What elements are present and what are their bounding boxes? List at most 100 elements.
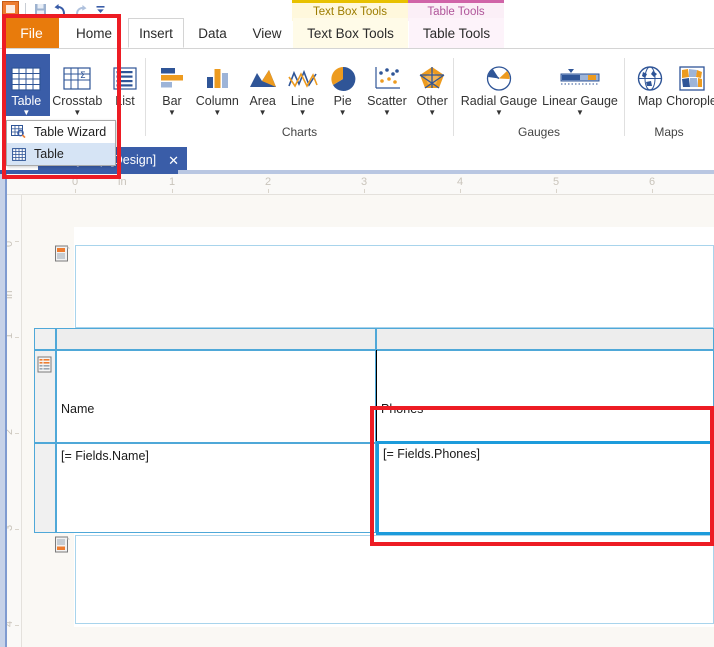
tab-table-tools[interactable]: Table Tools — [409, 18, 504, 48]
table-column-handle-1[interactable] — [56, 328, 376, 350]
undo-icon[interactable] — [52, 1, 69, 17]
tab-data[interactable]: Data — [186, 18, 239, 48]
table-corner-gutter[interactable] — [34, 328, 56, 350]
table-header-cell-phones-text: Phones — [381, 402, 424, 416]
tab-text-box-tools[interactable]: Text Box Tools — [293, 18, 408, 48]
table-detail-cell-phones[interactable]: [= Fields.Phones] — [376, 441, 714, 535]
svg-text:Σ: Σ — [80, 71, 86, 81]
other-chart-label: Other — [416, 94, 448, 108]
redo-icon[interactable] — [72, 1, 89, 17]
bar-chart-button[interactable]: Bar ▼ — [152, 54, 192, 117]
radial-gauge-icon — [485, 56, 513, 92]
crosstab-button[interactable]: Σ Crosstab ▼ — [50, 54, 105, 117]
scatter-chart-button[interactable]: Scatter ▼ — [363, 54, 412, 117]
linear-gauge-button[interactable]: Linear Gauge ▼ — [539, 54, 621, 117]
radial-gauge-label: Radial Gauge — [460, 94, 538, 108]
horizontal-ruler[interactable]: 0 in 1 2 3 4 5 6 — [0, 174, 714, 195]
table-header-cell-name[interactable]: Name — [56, 350, 376, 443]
page-footer-icon[interactable] — [54, 536, 71, 553]
table-detail-cell-name-text: [= Fields.Name] — [61, 449, 149, 463]
globe-icon — [636, 56, 664, 92]
page-header-icon[interactable] — [54, 245, 71, 262]
pie-chart-icon — [329, 56, 357, 92]
table-grid-icon — [10, 146, 27, 162]
area-chart-button[interactable]: Area ▼ — [243, 54, 283, 117]
choropleth-button[interactable]: Chorople — [666, 54, 714, 108]
close-icon[interactable]: ✕ — [168, 154, 179, 167]
choropleth-label: Chorople — [666, 94, 714, 108]
bar-chart-icon — [157, 56, 187, 92]
table-band-icon[interactable] — [36, 356, 53, 373]
menu-item-label: Table — [34, 147, 64, 161]
table-header-cell-phones[interactable]: Phones — [376, 350, 714, 443]
hruler-mark: 1 — [169, 176, 176, 188]
table-row-handle-detail[interactable] — [34, 443, 56, 533]
group-label-gauges: Gauges — [517, 125, 561, 140]
tab-file[interactable]: File — [4, 18, 59, 48]
chevron-down-icon[interactable]: ▼ — [428, 109, 436, 117]
group-label-maps: Maps — [654, 125, 684, 140]
menu-item-table[interactable]: Table — [7, 143, 115, 165]
hruler-mark: in — [118, 176, 127, 188]
chevron-down-icon[interactable]: ▼ — [339, 109, 347, 117]
line-chart-label: Line — [290, 94, 315, 108]
table-button[interactable]: Table ▼ — [3, 54, 50, 117]
pie-chart-label: Pie — [333, 94, 352, 108]
page-footer-band-box[interactable] — [75, 535, 714, 624]
table-column-divider[interactable] — [376, 350, 377, 443]
chevron-down-icon[interactable]: ▼ — [168, 109, 176, 117]
pie-chart-button[interactable]: Pie ▼ — [323, 54, 363, 117]
tab-home[interactable]: Home — [63, 18, 125, 48]
save-icon[interactable] — [32, 1, 49, 17]
table-button-label: Table — [11, 94, 42, 108]
list-button[interactable]: List — [105, 54, 145, 108]
chevron-down-icon[interactable] — [92, 1, 109, 17]
ribbon-tab-strip: Text Box Tools Table Tools File Home Ins… — [0, 0, 714, 48]
chevron-down-icon[interactable]: ▼ — [576, 109, 584, 117]
group-label-charts: Charts — [281, 125, 318, 140]
list-icon — [112, 56, 138, 92]
map-label: Map — [637, 94, 663, 108]
chevron-down-icon[interactable]: ▼ — [22, 109, 30, 117]
tab-insert[interactable]: Insert — [128, 18, 184, 48]
table-wizard-icon — [10, 124, 27, 140]
page-header-band-box[interactable] — [75, 245, 714, 328]
line-chart-icon — [287, 56, 319, 92]
chevron-down-icon[interactable]: ▼ — [73, 109, 81, 117]
table-dropdown-menu: Table Wizard Table — [6, 120, 116, 166]
other-chart-button[interactable]: Other ▼ — [411, 54, 453, 117]
column-chart-button[interactable]: Column ▼ — [192, 54, 243, 117]
choropleth-icon — [678, 56, 706, 92]
line-chart-button[interactable]: Line ▼ — [283, 54, 323, 117]
radar-chart-icon — [417, 56, 447, 92]
table-detail-cell-name[interactable]: [= Fields.Name] — [56, 443, 376, 533]
chevron-down-icon[interactable]: ▼ — [299, 109, 307, 117]
chevron-down-icon[interactable]: ▼ — [495, 109, 503, 117]
bar-chart-label: Bar — [162, 94, 182, 108]
chevron-down-icon[interactable]: ▼ — [213, 109, 221, 117]
linear-gauge-icon — [557, 56, 603, 92]
linear-gauge-label: Linear Gauge — [542, 94, 618, 108]
qat-divider — [25, 2, 26, 16]
hruler-mark: 3 — [361, 176, 368, 188]
chevron-down-icon[interactable]: ▼ — [259, 109, 267, 117]
table-icon — [11, 56, 41, 92]
list-button-label: List — [115, 94, 135, 108]
crosstab-icon: Σ — [62, 56, 92, 92]
chevron-down-icon[interactable]: ▼ — [383, 109, 391, 117]
ribbon-group-charts: Bar ▼ Column ▼ Area ▼ Line ▼ Pie ▼ Scatt… — [146, 49, 453, 144]
app-icon[interactable] — [2, 1, 19, 17]
hruler-mark: 0 — [72, 176, 79, 188]
report-design-surface[interactable]: Name Phones [= Fields.Name] [= Fields.Ph… — [22, 195, 714, 647]
map-button[interactable]: Map — [630, 54, 670, 108]
menu-item-table-wizard[interactable]: Table Wizard — [7, 121, 115, 143]
column-chart-label: Column — [195, 94, 239, 108]
radial-gauge-button[interactable]: Radial Gauge ▼ — [459, 54, 539, 117]
hruler-mark: 4 — [457, 176, 464, 188]
report-designer-window: Text Box Tools Table Tools File Home Ins… — [0, 0, 714, 647]
table-detail-cell-phones-text: [= Fields.Phones] — [383, 447, 480, 461]
table-column-handle-2[interactable] — [376, 328, 714, 350]
tab-view[interactable]: View — [241, 18, 293, 48]
ribbon-group-gauges: Radial Gauge ▼ Linear Gauge ▼ Gauges — [454, 49, 624, 144]
ribbon-group-maps: Map Chorople Maps — [625, 49, 714, 144]
